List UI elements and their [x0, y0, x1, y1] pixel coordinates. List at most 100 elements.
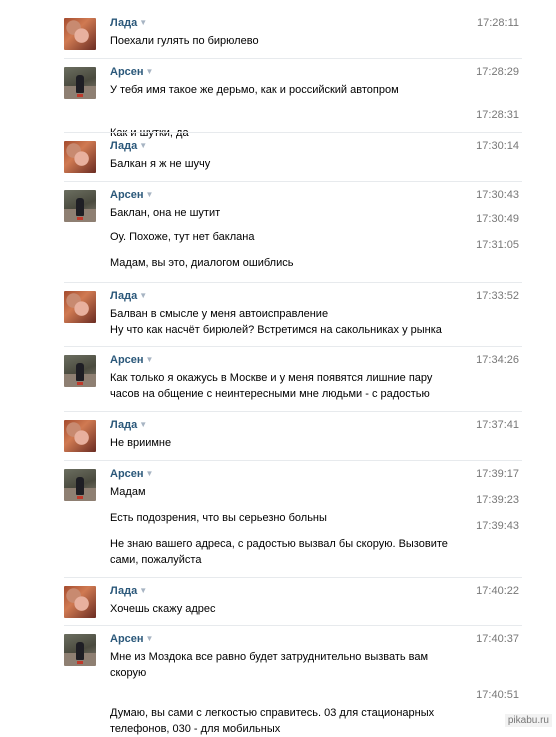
author-name[interactable]: Арсен ▼: [110, 468, 153, 480]
message-text: Как и шутки, да: [110, 125, 470, 141]
author-name-text[interactable]: Лада: [110, 17, 137, 29]
author-name-text[interactable]: Арсен: [110, 354, 144, 366]
message-timestamp: 17:28:29: [476, 66, 519, 78]
message-timestamp: 17:30:49: [476, 213, 519, 225]
avatar[interactable]: [64, 67, 96, 99]
author-name[interactable]: Арсен ▼: [110, 633, 153, 645]
message-timestamp: 17:37:41: [476, 419, 519, 431]
avatar[interactable]: [64, 420, 96, 452]
message-line: Как только я окажусь в Москве и у меня п…: [110, 372, 433, 384]
chevron-down-icon[interactable]: ▼: [139, 291, 147, 300]
message-line: сами, пожалуйста: [110, 554, 202, 566]
author-name-text[interactable]: Арсен: [110, 66, 144, 78]
message-timestamp: 17:40:37: [476, 633, 519, 645]
message-line: Баклан, она не шутит: [110, 207, 221, 219]
message-text: Мадам: [110, 484, 470, 500]
message-timestamp: 17:34:26: [476, 354, 519, 366]
author-name[interactable]: Арсен ▼: [110, 354, 153, 366]
author-name[interactable]: Арсен ▼: [110, 66, 153, 78]
message-text: Мадам, вы это, диалогом ошиблись: [110, 255, 470, 271]
avatar[interactable]: [64, 18, 96, 50]
message-text: Не вриимне: [110, 435, 470, 451]
message-line: Не вриимне: [110, 437, 172, 449]
message-line: часов на общение с неинтересными мне люд…: [110, 388, 430, 400]
message-divider: [64, 58, 522, 59]
message-line: Хочешь скажу адрес: [110, 603, 216, 615]
message-divider: [64, 411, 522, 412]
avatar[interactable]: [64, 469, 96, 501]
chevron-down-icon[interactable]: ▼: [146, 634, 154, 643]
message-timestamp: 17:40:22: [476, 585, 519, 597]
chat-history: Лада ▼ 17:28:11 Поехали гулять по бирюлево А…: [0, 0, 556, 735]
message-line: Думаю, вы сами с легкостью справитесь. 0…: [110, 707, 435, 719]
message-text: Хочешь скажу адрес: [110, 601, 470, 617]
message-timestamp: 17:40:51: [476, 689, 519, 701]
avatar[interactable]: [64, 291, 96, 323]
author-name-text[interactable]: Арсен: [110, 633, 144, 645]
message-line: Как и шутки, да: [110, 127, 189, 139]
author-name-text[interactable]: Лада: [110, 290, 137, 302]
message-line: Мадам, вы это, диалогом ошиблись: [110, 257, 294, 269]
message-line: Мне из Моздока все равно будет затруднит…: [110, 651, 429, 663]
message-text: Думаю, вы сами с легкостью справитесь. 0…: [110, 705, 470, 737]
author-name-text[interactable]: Арсен: [110, 468, 144, 480]
message-timestamp: 17:28:31: [476, 109, 519, 121]
message-text: Балван в смысле у меня автоисправление Ну…: [110, 306, 470, 338]
message-text: Мне из Моздока все равно будет затруднит…: [110, 649, 470, 681]
avatar[interactable]: [64, 586, 96, 618]
message-line: Ну что как насчёт бирюлей? Встретимся на…: [110, 324, 442, 336]
message-line: Оу. Похоже, тут нет баклана: [110, 231, 255, 243]
author-name-text[interactable]: Лада: [110, 585, 137, 597]
message-line: Не знаю вашего адреса, с радостью вызвал…: [110, 538, 448, 550]
message-text: Как только я окажусь в Москве и у меня п…: [110, 370, 470, 402]
chevron-down-icon[interactable]: ▼: [139, 141, 147, 150]
chevron-down-icon[interactable]: ▼: [139, 18, 147, 27]
message-line: Есть подозрения, что вы серьезно больны: [110, 512, 327, 524]
message-timestamp: 17:28:11: [476, 17, 519, 29]
author-name[interactable]: Лада ▼: [110, 419, 147, 431]
chevron-down-icon[interactable]: ▼: [146, 469, 154, 478]
message-timestamp: 17:33:52: [476, 290, 519, 302]
message-text: Балкан я ж не шучу: [110, 156, 470, 172]
message-line: Балкан я ж не шучу: [110, 158, 211, 170]
message-divider: [64, 346, 522, 347]
message-timestamp: 17:39:23: [476, 494, 519, 506]
message-line: Мадам: [110, 486, 146, 498]
avatar[interactable]: [64, 634, 96, 666]
chevron-down-icon[interactable]: ▼: [139, 420, 147, 429]
chevron-down-icon[interactable]: ▼: [146, 67, 154, 76]
message-divider: [64, 577, 522, 578]
author-name-text[interactable]: Лада: [110, 419, 137, 431]
message-line: Поехали гулять по бирюлево: [110, 35, 259, 47]
message-text: Есть подозрения, что вы серьезно больны: [110, 510, 470, 526]
message-divider: [64, 132, 522, 133]
message-timestamp: 17:30:43: [476, 189, 519, 201]
author-name[interactable]: Лада ▼: [110, 17, 147, 29]
message-text: Оу. Похоже, тут нет баклана: [110, 229, 470, 245]
message-text: Не знаю вашего адреса, с радостью вызвал…: [110, 536, 470, 568]
chevron-down-icon[interactable]: ▼: [139, 586, 147, 595]
watermark: pikabu.ru: [504, 714, 552, 727]
author-name-text[interactable]: Лада: [110, 140, 137, 152]
chevron-down-icon[interactable]: ▼: [146, 355, 154, 364]
message-text: Баклан, она не шутит: [110, 205, 470, 221]
author-name[interactable]: Арсен ▼: [110, 189, 153, 201]
author-name[interactable]: Лада ▼: [110, 585, 147, 597]
avatar[interactable]: [64, 190, 96, 222]
avatar[interactable]: [64, 141, 96, 173]
message-divider: [64, 282, 522, 283]
message-line: скорую: [110, 667, 147, 679]
message-timestamp: 17:30:14: [476, 140, 519, 152]
message-text: У тебя имя такое же дерьмо, как и россий…: [110, 82, 470, 98]
message-timestamp: 17:39:17: [476, 468, 519, 480]
message-line: телефонов, 030 - для мобильных: [110, 723, 281, 735]
author-name[interactable]: Лада ▼: [110, 140, 147, 152]
author-name-text[interactable]: Арсен: [110, 189, 144, 201]
message-text: Поехали гулять по бирюлево: [110, 33, 470, 49]
message-timestamp: 17:39:43: [476, 520, 519, 532]
avatar[interactable]: [64, 355, 96, 387]
message-divider: [64, 460, 522, 461]
message-timestamp: 17:31:05: [476, 239, 519, 251]
author-name[interactable]: Лада ▼: [110, 290, 147, 302]
chevron-down-icon[interactable]: ▼: [146, 190, 154, 199]
